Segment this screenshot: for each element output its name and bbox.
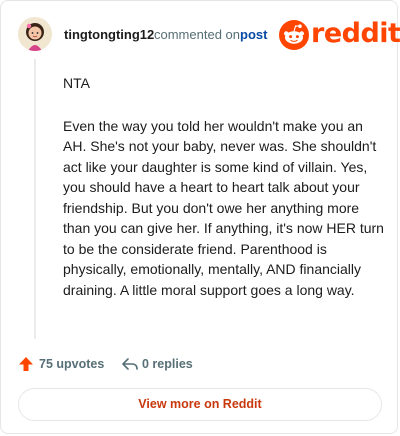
reddit-logo[interactable]: reddit	[279, 18, 400, 50]
post-link[interactable]: post	[240, 27, 267, 42]
avatar[interactable]	[18, 17, 52, 51]
comment-embed-card: tingtongting12 commented on post reddit …	[0, 0, 400, 434]
commented-on-text: commented on	[154, 27, 240, 42]
comment-paragraph: NTA	[63, 75, 90, 91]
reply-count: 0 replies	[142, 357, 193, 371]
reply-arrow-icon[interactable]	[121, 356, 139, 372]
reddit-wordmark: reddit	[311, 18, 400, 49]
view-more-button[interactable]: View more on Reddit	[18, 388, 382, 421]
reddit-snoo-icon	[279, 20, 309, 50]
upvote-count: 75 upvotes	[39, 357, 105, 371]
comment-body: NTA Even the way you told her wouldn't m…	[63, 73, 388, 322]
username[interactable]: tingtongting12	[64, 27, 154, 42]
comment-paragraph: Even the way you told her wouldn't make …	[63, 117, 384, 298]
upvote-arrow-icon[interactable]	[18, 356, 34, 372]
thread-line[interactable]	[34, 59, 36, 339]
